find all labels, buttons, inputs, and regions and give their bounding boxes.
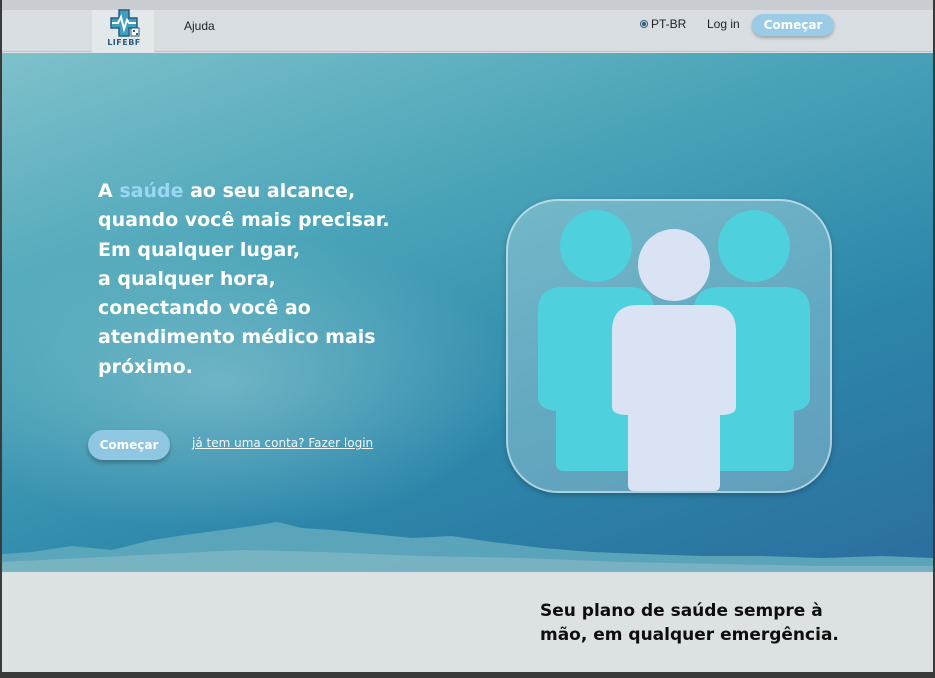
- headline-prefix: A: [98, 180, 120, 202]
- tagline-line: mão, em qualquer emergência.: [540, 625, 839, 645]
- nav-login-link[interactable]: Log in: [707, 17, 740, 31]
- logo-text: LIFEBF: [107, 38, 141, 47]
- hero-headline: A saúde ao seu alcance, quando você mais …: [98, 177, 418, 382]
- tagline-line: Seu plano de saúde sempre à: [540, 601, 823, 621]
- nav-help-link[interactable]: Ajuda: [184, 19, 215, 33]
- plan-tagline: Seu plano de saúde sempre à mão, em qualq…: [540, 599, 870, 647]
- headline-line: ao seu alcance,: [183, 180, 356, 202]
- people-illustration-card: [506, 199, 832, 493]
- hero-login-link[interactable]: já tem uma conta? Fazer login: [192, 436, 373, 450]
- headline-line: próximo.: [98, 355, 193, 378]
- headline-line: a qualquer hora,: [98, 267, 276, 290]
- mountain-silhouette: [2, 522, 933, 572]
- headline-line: quando você mais precisar.: [98, 209, 390, 232]
- landing-page: LIFEBF Ajuda PT-BR Log in Começar A saúd…: [2, 0, 933, 672]
- group-of-people-icon: [538, 210, 810, 491]
- language-label: PT-BR: [651, 17, 687, 31]
- logo[interactable]: LIFEBF: [92, 9, 154, 52]
- medical-cross-heartbeat-icon: [110, 9, 140, 37]
- language-selector[interactable]: PT-BR: [640, 17, 686, 31]
- plan-section: Seu plano de saúde sempre à mão, em qualq…: [2, 572, 933, 672]
- hero-start-button[interactable]: Começar: [88, 430, 170, 460]
- navbar: LIFEBF Ajuda PT-BR Log in Começar: [2, 9, 933, 52]
- headline-line: atendimento médico mais: [98, 326, 376, 349]
- radio-dot-icon: [640, 20, 648, 28]
- headline-line: conectando você ao: [98, 297, 311, 320]
- headline-line: Em qualquer lugar,: [98, 238, 301, 261]
- hero-section: A saúde ao seu alcance, quando você mais …: [2, 53, 933, 572]
- nav-start-button[interactable]: Começar: [752, 14, 834, 36]
- headline-highlight: saúde: [119, 180, 184, 202]
